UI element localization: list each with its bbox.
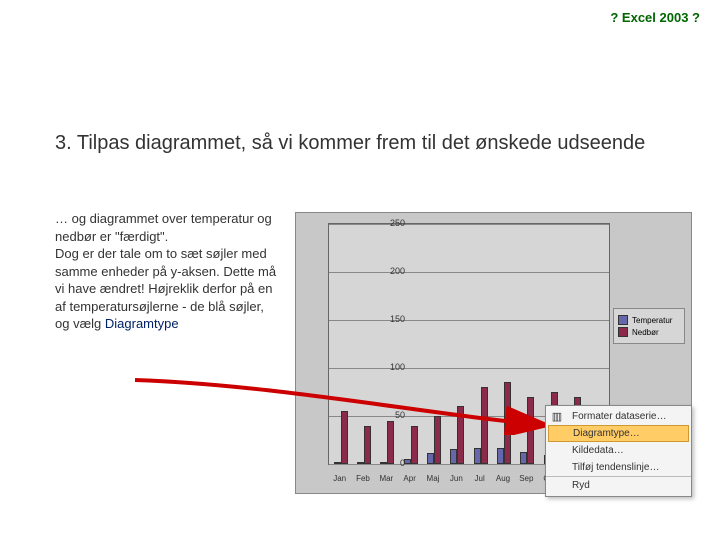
menu-label: Formater dataserie… — [572, 411, 666, 422]
menu-label: Ryd — [572, 480, 590, 491]
bar-nedbor[interactable] — [504, 382, 511, 464]
legend-label: Temperatur — [632, 316, 672, 325]
paragraph-1: … og diagrammet over temperatur og nedbø… — [55, 211, 272, 244]
menu-item-diagramtype[interactable]: Diagramtype… — [548, 425, 689, 442]
legend-item-nedbor: Nedbør — [618, 327, 680, 337]
y-tick-label: 50 — [375, 410, 405, 420]
x-tick-label: Mar — [376, 474, 396, 483]
x-tick-label: Aug — [493, 474, 513, 483]
gridline — [329, 224, 609, 225]
x-tick-label: Apr — [400, 474, 420, 483]
bar-temperature[interactable] — [497, 448, 504, 464]
page-header: ? Excel 2003 ? — [610, 10, 700, 25]
menu-label: Diagramtype… — [573, 428, 640, 439]
bar-nedbor[interactable] — [411, 426, 418, 464]
menu-item-trendline[interactable]: Tilføj tendenslinje… — [546, 459, 691, 476]
chart-legend: Temperatur Nedbør — [613, 308, 685, 344]
y-tick-label: 0 — [375, 458, 405, 468]
legend-label: Nedbør — [632, 328, 659, 337]
bar-nedbor[interactable] — [434, 416, 441, 464]
x-tick-label: Maj — [423, 474, 443, 483]
bar-nedbor[interactable] — [527, 397, 534, 464]
x-tick-label: Jul — [470, 474, 490, 483]
bar-temperature[interactable] — [357, 462, 364, 464]
y-tick-label: 200 — [375, 266, 405, 276]
y-tick-label: 100 — [375, 362, 405, 372]
legend-swatch-icon — [618, 315, 628, 325]
menu-item-format-series[interactable]: ▥ Formater dataserie… — [546, 408, 691, 425]
x-tick-label: Feb — [353, 474, 373, 483]
menu-label: Tilføj tendenslinje… — [572, 462, 659, 473]
context-menu: ▥ Formater dataserie… Diagramtype… Kilde… — [545, 405, 692, 497]
instruction-text: … og diagrammet over temperatur og nedbø… — [55, 210, 280, 333]
gridline — [329, 368, 609, 369]
gridline — [329, 272, 609, 273]
menu-item-sourcedata[interactable]: Kildedata… — [546, 442, 691, 459]
bar-nedbor[interactable] — [341, 411, 348, 464]
bar-temperature[interactable] — [334, 462, 341, 464]
x-tick-label: Sep — [516, 474, 536, 483]
bar-temperature[interactable] — [520, 452, 527, 464]
bar-nedbor[interactable] — [481, 387, 488, 464]
bar-temperature[interactable] — [474, 448, 481, 464]
legend-swatch-icon — [618, 327, 628, 337]
y-tick-label: 150 — [375, 314, 405, 324]
section-title: 3. Tilpas diagrammet, så vi kommer frem … — [55, 130, 680, 156]
format-icon: ▥ — [550, 410, 564, 424]
gridline — [329, 320, 609, 321]
menu-label: Kildedata… — [572, 445, 624, 456]
bar-temperature[interactable] — [427, 453, 434, 464]
menu-item-clear[interactable]: Ryd — [546, 476, 691, 494]
x-tick-label: Jan — [330, 474, 350, 483]
y-tick-label: 250 — [375, 218, 405, 228]
bar-nedbor[interactable] — [364, 426, 371, 464]
emphasis-diagramtype: Diagramtype — [105, 316, 179, 331]
x-tick-label: Jun — [446, 474, 466, 483]
legend-item-temperature: Temperatur — [618, 315, 680, 325]
bar-temperature[interactable] — [450, 449, 457, 464]
bar-nedbor[interactable] — [457, 406, 464, 464]
